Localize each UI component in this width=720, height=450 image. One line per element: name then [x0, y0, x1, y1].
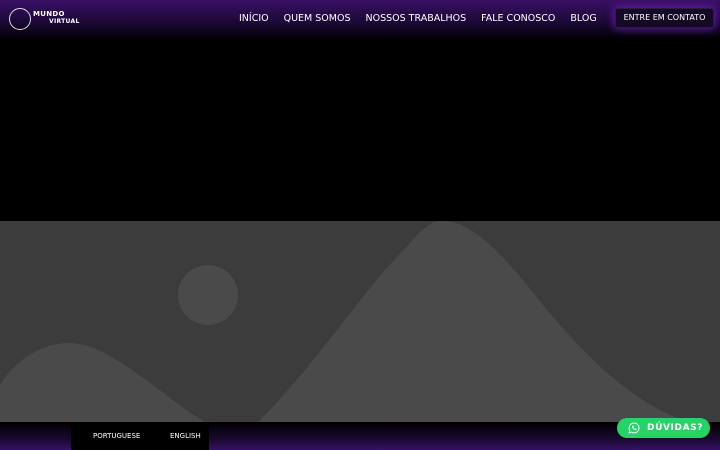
site-header: MUNDO VIRTUAL INÍCIO QUEM SOMOS NOSSOS T… [0, 0, 720, 40]
whatsapp-help-button[interactable]: DÚVIDAS? [617, 418, 710, 438]
main-nav: INÍCIO QUEM SOMOS NOSSOS TRABALHOS FALE … [239, 12, 597, 26]
hero-video-area [0, 40, 720, 221]
logo-text-virtual: VIRTUAL [49, 18, 80, 25]
language-switcher: PORTUGUESE ENGLISH [71, 422, 209, 450]
contact-cta-button[interactable]: ENTRE EM CONTATO [615, 8, 714, 28]
nav-item-nossos-trabalhos[interactable]: NOSSOS TRABALHOS [366, 12, 467, 26]
nav-item-inicio[interactable]: INÍCIO [239, 12, 269, 26]
nav-item-blog[interactable]: BLOG [570, 12, 596, 26]
logo-globe-icon [9, 8, 31, 30]
placeholder-image-icon [0, 221, 690, 422]
nav-item-quem-somos[interactable]: QUEM SOMOS [284, 12, 351, 26]
language-option-english[interactable]: ENGLISH [170, 422, 201, 450]
mundo-virtual-logo[interactable]: MUNDO VIRTUAL [9, 7, 85, 31]
whatsapp-button-label: DÚVIDAS? [647, 423, 704, 433]
language-option-portuguese[interactable]: PORTUGUESE [93, 422, 140, 450]
logo-text-mundo: MUNDO [33, 10, 65, 18]
whatsapp-icon [628, 422, 640, 434]
image-placeholder [0, 221, 720, 422]
nav-item-fale-conosco[interactable]: FALE CONOSCO [481, 12, 555, 26]
